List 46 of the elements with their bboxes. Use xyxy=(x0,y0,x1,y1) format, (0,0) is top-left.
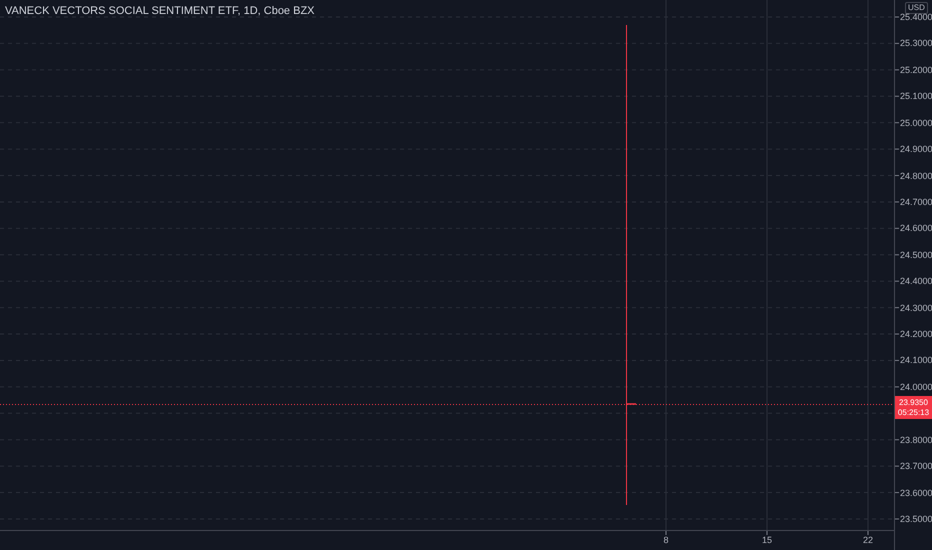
tick-mark xyxy=(894,386,900,388)
price-label: 23.8000 xyxy=(900,434,932,445)
tick-mark xyxy=(894,201,900,202)
tick-mark xyxy=(894,42,900,44)
tick-mark xyxy=(894,334,900,335)
tick-mark xyxy=(894,96,900,97)
price-label: 24.7000 xyxy=(900,196,932,207)
countdown-text: 05:25:13 xyxy=(898,408,930,418)
price-label: 24.1000 xyxy=(900,355,932,366)
date-label: 8 xyxy=(662,535,670,545)
price-label: 24.0000 xyxy=(900,382,932,392)
price-label: 24.9000 xyxy=(900,144,932,154)
tick-mark xyxy=(894,466,900,467)
price-label: 25.0000 xyxy=(900,118,932,128)
tick-mark xyxy=(894,439,900,440)
tick-mark xyxy=(894,518,900,520)
date-label: 15 xyxy=(760,535,773,545)
tick-mark xyxy=(894,280,900,282)
tick-mark xyxy=(894,228,900,229)
tick-mark xyxy=(894,16,900,18)
tick-mark xyxy=(894,175,900,176)
tick-mark xyxy=(894,148,900,150)
tick-mark xyxy=(766,530,768,536)
date-label: 22 xyxy=(862,535,874,545)
tick-mark xyxy=(894,254,900,256)
tick-mark xyxy=(894,492,900,494)
tick-mark xyxy=(894,360,900,361)
price-label: 23.5000 xyxy=(900,514,932,524)
price-text: 23.9350 xyxy=(899,398,928,408)
chart-title: VANECK VECTORS SOCIAL SENTIMENT ETF, 1D, Cboe BZX xyxy=(5,5,315,18)
price-label: 23.6000 xyxy=(900,488,932,498)
currency-label[interactable]: USD xyxy=(905,2,928,14)
price-label: 24.4000 xyxy=(900,276,932,286)
price-label: 25.1000 xyxy=(900,91,932,102)
price-label: 23.7000 xyxy=(900,461,932,472)
tick-mark xyxy=(894,69,900,70)
tick-mark xyxy=(894,307,900,308)
price-label: 24.6000 xyxy=(900,223,932,234)
price-label: 25.4000 xyxy=(900,12,932,22)
price-label: 25.3000 xyxy=(900,38,932,48)
price-label: 24.2000 xyxy=(900,329,932,340)
price-label: 24.3000 xyxy=(900,302,932,313)
tick-mark xyxy=(894,122,900,124)
price-label: 24.5000 xyxy=(900,250,932,260)
price-label: 25.2000 xyxy=(900,64,932,75)
price-label: 24.8000 xyxy=(900,170,932,181)
